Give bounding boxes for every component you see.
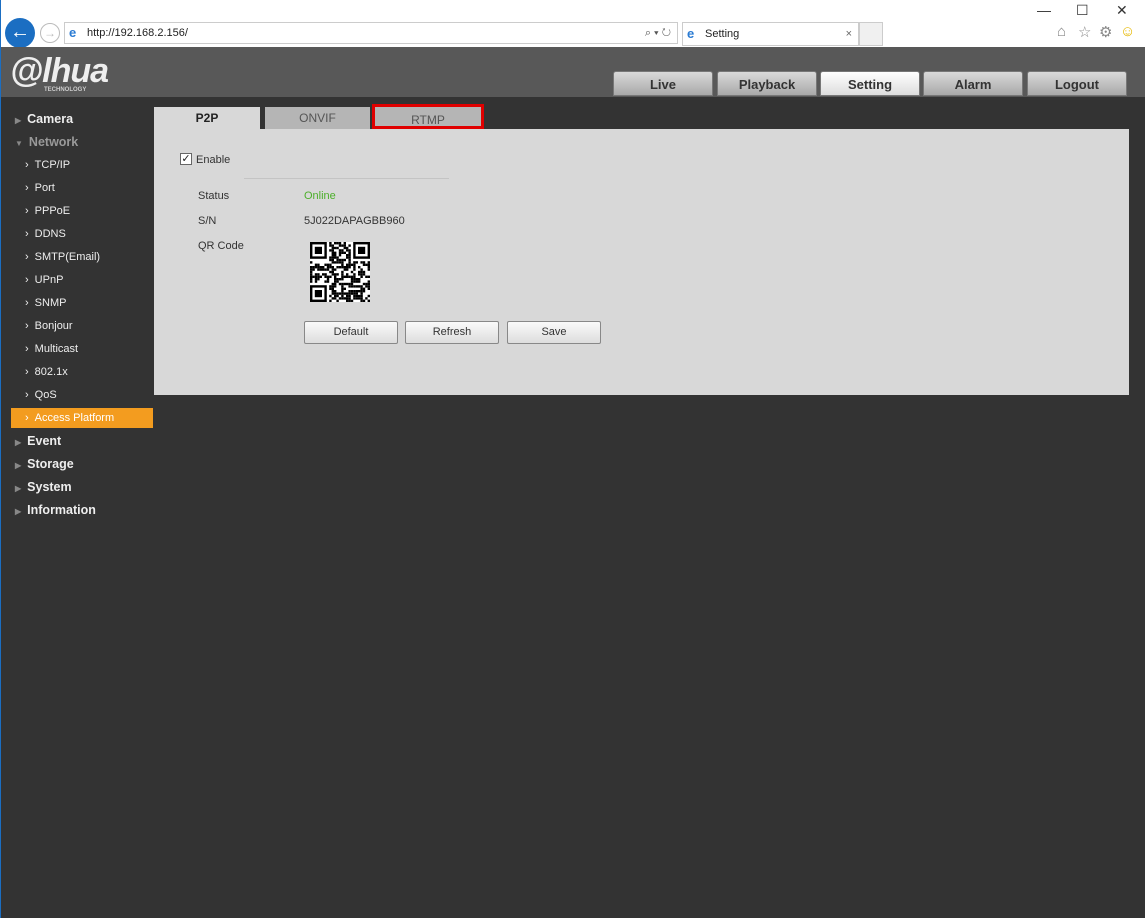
label: SMTP(Email)	[34, 251, 101, 263]
ie-icon: e	[69, 25, 77, 40]
tab-rtmp[interactable]: RTMP	[372, 104, 484, 129]
close-tab-icon[interactable]: ×	[846, 23, 852, 45]
label: Multicast	[34, 343, 79, 355]
p2p-panel: ✓ Enable Status Online S/N 5J022DAPAGBB9…	[154, 129, 1129, 395]
nav-playback[interactable]: Playback	[717, 71, 817, 96]
url-text: http://192.168.2.156/	[87, 27, 188, 39]
label: PPPoE	[34, 205, 71, 217]
tab-p2p[interactable]: P2P	[154, 107, 260, 131]
forward-button[interactable]: →	[40, 23, 60, 43]
chevron-right-icon: ›	[25, 297, 29, 309]
label: QoS	[34, 389, 57, 401]
status-value: Online	[304, 190, 336, 202]
label: SNMP	[34, 297, 67, 309]
close-window-icon[interactable]: ✕	[1116, 2, 1128, 19]
label: Storage	[27, 457, 74, 471]
chevron-right-icon: ›	[25, 228, 29, 240]
sidebar-item-multicast[interactable]: › Multicast	[11, 339, 153, 359]
label: Access Platform	[34, 412, 115, 424]
triangle-right-icon: ▶	[15, 484, 22, 493]
triangle-right-icon: ▶	[15, 116, 22, 125]
label: Bonjour	[34, 320, 73, 332]
chevron-right-icon: ›	[25, 274, 29, 286]
status-label: Status	[198, 190, 230, 202]
tab-title: Setting	[705, 28, 740, 40]
refresh-button[interactable]: Refresh	[405, 321, 499, 344]
back-button[interactable]: ←	[5, 18, 35, 48]
dahua-logo: @lhua TECHNOLOGY	[10, 52, 109, 93]
minimize-icon[interactable]: —	[1037, 2, 1051, 18]
label: Port	[34, 182, 55, 194]
new-tab-button[interactable]	[859, 22, 883, 46]
favorites-icon[interactable]: ☆	[1078, 23, 1091, 41]
enable-label: Enable	[196, 154, 231, 166]
browser-tab[interactable]: e Setting ×	[682, 22, 859, 46]
label: System	[27, 480, 72, 494]
label: Camera	[27, 112, 74, 126]
sidebar: ▶ Camera ▼ Network › TCP/IP › Port › PPPoE › D…	[0, 97, 153, 918]
nav-alarm[interactable]: Alarm	[923, 71, 1023, 96]
chevron-right-icon: ›	[25, 366, 29, 378]
label: Network	[28, 135, 79, 149]
maximize-icon[interactable]: ☐	[1076, 2, 1089, 19]
divider	[244, 178, 449, 179]
search-refresh-icon[interactable]: ⌕ ▾ ↻	[645, 23, 671, 43]
sidebar-item-system[interactable]: ▶ System	[11, 477, 153, 497]
sidebar-item-access-platform[interactable]: › Access Platform	[11, 408, 153, 428]
sidebar-item-storage[interactable]: ▶ Storage	[11, 454, 153, 474]
nav-setting[interactable]: Setting	[820, 71, 920, 96]
sidebar-item-information[interactable]: ▶ Information	[11, 500, 153, 520]
address-bar[interactable]: e http://192.168.2.156/ ⌕ ▾ ↻	[64, 22, 678, 44]
sidebar-item-bonjour[interactable]: › Bonjour	[11, 316, 153, 336]
home-icon[interactable]: ⌂	[1057, 23, 1066, 40]
sidebar-item-pppoe[interactable]: › PPPoE	[11, 201, 153, 221]
label: Information	[27, 503, 96, 517]
sidebar-item-port[interactable]: › Port	[11, 178, 153, 198]
sidebar-item-event[interactable]: ▶ Event	[11, 431, 153, 451]
enable-checkbox[interactable]: ✓	[180, 153, 192, 165]
label: TCP/IP	[34, 159, 71, 171]
triangle-down-icon: ▼	[15, 139, 23, 148]
sidebar-item-ddns[interactable]: › DDNS	[11, 224, 153, 244]
chevron-right-icon: ›	[25, 412, 29, 424]
sn-label: S/N	[198, 215, 217, 227]
sidebar-item-network[interactable]: ▼ Network	[11, 132, 153, 152]
chevron-right-icon: ›	[25, 251, 29, 263]
chevron-right-icon: ›	[25, 205, 29, 217]
sidebar-item-upnp[interactable]: › UPnP	[11, 270, 153, 290]
smiley-icon[interactable]: ☺	[1120, 23, 1135, 40]
qr-label: QR Code	[198, 240, 244, 252]
default-button[interactable]: Default	[304, 321, 398, 344]
sidebar-item-tcpip[interactable]: › TCP/IP	[11, 155, 153, 175]
ie-icon: e	[687, 26, 695, 41]
triangle-right-icon: ▶	[15, 438, 22, 447]
label: 802.1x	[34, 366, 68, 378]
browser-chrome: ← → e http://192.168.2.156/ ⌕ ▾ ↻ e Sett…	[0, 0, 1145, 48]
chevron-right-icon: ›	[25, 343, 29, 355]
tab-onvif[interactable]: ONVIF	[265, 107, 370, 130]
label: UPnP	[34, 274, 64, 286]
label: Event	[27, 434, 62, 448]
nav-logout[interactable]: Logout	[1027, 71, 1127, 96]
chevron-right-icon: ›	[25, 182, 29, 194]
sidebar-item-qos[interactable]: › QoS	[11, 385, 153, 405]
label: DDNS	[34, 228, 66, 240]
triangle-right-icon: ▶	[15, 461, 22, 470]
save-button[interactable]: Save	[507, 321, 601, 344]
nav-live[interactable]: Live	[613, 71, 713, 96]
sidebar-item-smtp[interactable]: › SMTP(Email)	[11, 247, 153, 267]
gear-icon[interactable]: ⚙	[1099, 23, 1112, 41]
chevron-right-icon: ›	[25, 159, 29, 171]
sidebar-item-8021x[interactable]: › 802.1x	[11, 362, 153, 382]
chevron-right-icon: ›	[25, 320, 29, 332]
sidebar-item-snmp[interactable]: › SNMP	[11, 293, 153, 313]
triangle-right-icon: ▶	[15, 507, 22, 516]
sn-value: 5J022DAPAGBB960	[304, 215, 405, 227]
sidebar-item-camera[interactable]: ▶ Camera	[11, 109, 153, 129]
qr-code-image	[310, 242, 370, 302]
chevron-right-icon: ›	[25, 389, 29, 401]
